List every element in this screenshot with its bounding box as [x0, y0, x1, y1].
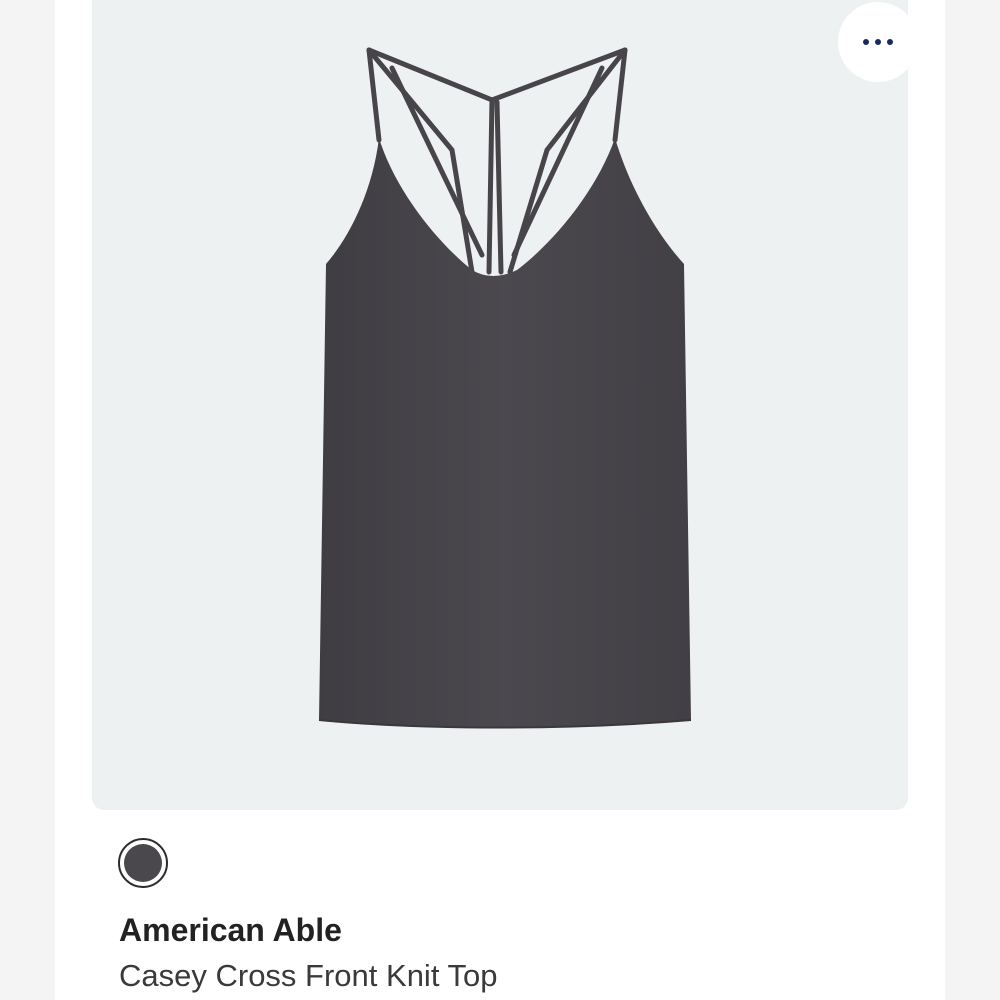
more-options-button[interactable] — [838, 2, 908, 82]
product-image — [318, 47, 692, 729]
color-swatch[interactable] — [118, 838, 168, 888]
product-image-container[interactable] — [92, 0, 908, 810]
brand-name: American Able — [119, 912, 342, 948]
color-swatch-fill — [124, 844, 162, 882]
product-title: Casey Cross Front Knit Top — [119, 958, 498, 993]
more-horizontal-icon — [863, 39, 893, 45]
garment-body — [319, 138, 691, 728]
product-card: American Able Casey Cross Front Knit Top — [55, 0, 945, 1000]
